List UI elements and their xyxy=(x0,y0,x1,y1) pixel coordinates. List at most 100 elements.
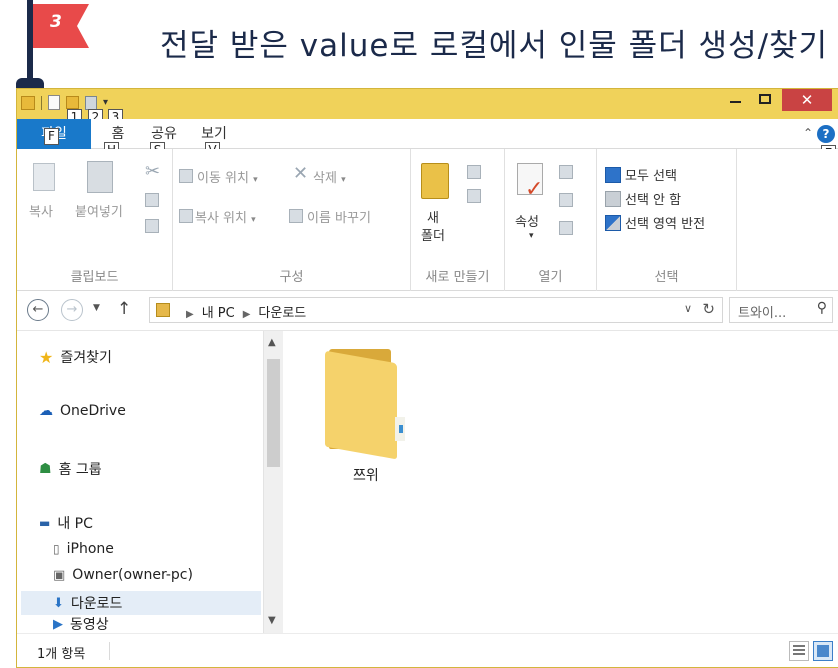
phone-icon: ▯ xyxy=(53,542,60,556)
new-folder-icon[interactable] xyxy=(66,96,79,109)
cut-icon[interactable]: ✂ xyxy=(145,161,160,182)
clipboard-group-label: 클립보드 xyxy=(70,270,119,285)
back-button[interactable]: ← xyxy=(27,299,49,321)
explorer-window: ▾ 1 2 3 ✕ 파일 F 홈 H 공유 S 보기 V ⌃ ? E 복사 붙여… xyxy=(16,88,838,668)
qat-customize-icon[interactable]: ▾ xyxy=(103,97,108,108)
item-count: 1개 항목 xyxy=(37,647,86,662)
nav-item-downloads[interactable]: ⬇ 다운로드 xyxy=(21,591,261,615)
videos-folder-icon: ▶ xyxy=(53,617,63,631)
ribbon-tabs: 파일 F 홈 H 공유 S 보기 V ⌃ ? E xyxy=(17,119,838,162)
downloads-folder-icon: ⬇ xyxy=(53,595,64,611)
new-folder-button-line1[interactable]: 새 xyxy=(427,207,439,226)
refresh-icon[interactable]: ↻ xyxy=(702,300,715,318)
easy-access-icon[interactable] xyxy=(467,189,481,203)
copy-path-icon[interactable] xyxy=(145,193,159,207)
paste-button[interactable]: 붙여넣기 xyxy=(75,201,123,220)
status-bar: 1개 항목 xyxy=(17,633,838,667)
scroll-thumb[interactable] xyxy=(267,359,280,467)
nav-item-iphone[interactable]: ▯ iPhone xyxy=(53,541,114,557)
maximize-button[interactable] xyxy=(751,89,779,111)
new-folder-button-line2[interactable]: 폴더 xyxy=(421,225,445,244)
scroll-down-icon[interactable]: ▼ xyxy=(268,615,276,626)
help-icon[interactable]: ? xyxy=(817,125,835,143)
rename-icon xyxy=(289,209,303,223)
explorer-body: ★ 즐겨찾기 ☁ OneDrive ☗ 홈 그룹 ▬ 내 PC ▯ iPhone ▣ Own… xyxy=(17,331,838,633)
move-to-button[interactable]: 이동 위치 ▾ xyxy=(197,167,258,186)
flag-base xyxy=(16,78,44,88)
open-icon[interactable] xyxy=(559,165,573,179)
search-box[interactable]: 트와이... ⚲ xyxy=(729,297,833,323)
copy-to-icon xyxy=(179,209,193,223)
select-none-button[interactable]: 선택 안 함 xyxy=(625,189,681,208)
nav-item-this-pc[interactable]: ▬ 내 PC xyxy=(39,513,93,533)
invert-selection-icon xyxy=(605,215,621,231)
history-icon[interactable] xyxy=(559,221,573,235)
invert-selection-button[interactable]: 선택 영역 반전 xyxy=(625,213,705,232)
ribbon-collapse-icon[interactable]: ⌃ xyxy=(803,126,813,140)
folder-icon xyxy=(21,95,35,110)
folder-name-label[interactable]: 쯔위 xyxy=(353,465,379,485)
star-icon: ★ xyxy=(39,347,54,367)
new-group-label: 새로 만들기 xyxy=(425,270,490,285)
large-icons-view-button[interactable] xyxy=(813,641,833,661)
breadcrumb: ▶ 내 PC ▶ 다운로드 xyxy=(186,306,307,321)
properties-dropdown-icon[interactable]: ▾ xyxy=(529,231,534,241)
forward-button[interactable]: → xyxy=(61,299,83,321)
recent-locations-icon[interactable]: ▼ xyxy=(93,303,100,313)
organize-group: 이동 위치 ▾ ✕ 삭제 ▾ 복사 위치 ▾ 이름 바꾸기 구성 xyxy=(173,149,411,291)
organize-group-label: 구성 xyxy=(279,270,304,285)
edit-icon[interactable] xyxy=(559,193,573,207)
properties-button[interactable]: 속성 xyxy=(515,211,539,230)
delete-button[interactable]: 삭제 ▾ xyxy=(313,167,346,186)
select-all-button[interactable]: 모두 선택 xyxy=(625,165,677,184)
clipboard-group: 복사 붙여넣기 ✂ 클립보드 xyxy=(17,149,173,291)
address-dropdown-icon[interactable]: ∨ xyxy=(684,302,692,315)
address-bar[interactable]: ▶ 내 PC ▶ 다운로드 ∨ ↻ xyxy=(149,297,723,323)
caption-title: 전달 받은 value로 로컬에서 인물 폴더 생성/찾기 xyxy=(160,28,829,64)
minimize-button[interactable] xyxy=(721,89,749,111)
navigation-pane: ★ 즐겨찾기 ☁ OneDrive ☗ 홈 그룹 ▬ 내 PC ▯ iPhone ▣ Own… xyxy=(17,331,283,633)
new-item-icon[interactable] xyxy=(467,165,481,179)
nav-item-videos[interactable]: ▶ 동영상 xyxy=(53,617,109,631)
ribbon: 복사 붙여넣기 ✂ 클립보드 이동 위치 ▾ ✕ 삭제 ▾ 복사 위치 ▾ 이름… xyxy=(17,149,838,291)
new-group: 새 폴더 새로 만들기 xyxy=(411,149,505,291)
search-icon[interactable]: ⚲ xyxy=(817,300,827,316)
recycle-icon[interactable] xyxy=(85,95,97,110)
nav-item-favorites[interactable]: ★ 즐겨찾기 xyxy=(39,347,112,367)
network-pc-icon: ▣ xyxy=(53,567,66,583)
rename-button[interactable]: 이름 바꾸기 xyxy=(307,207,371,226)
nav-item-homegroup[interactable]: ☗ 홈 그룹 xyxy=(39,459,102,479)
file-list: 쯔위 xyxy=(283,331,838,633)
new-folder-big-icon xyxy=(421,163,449,199)
title-bar: ▾ 1 2 3 ✕ xyxy=(17,89,838,126)
select-group: 모두 선택 선택 안 함 선택 영역 반전 선택 xyxy=(597,149,737,291)
caption-banner: 3 전달 받은 value로 로컬에서 인물 폴더 생성/찾기 xyxy=(0,0,838,88)
copy-to-button[interactable]: 복사 위치 ▾ xyxy=(195,207,256,226)
check-icon: ✓ xyxy=(525,177,544,202)
paste-shortcut-icon[interactable] xyxy=(145,219,159,233)
homegroup-icon: ☗ xyxy=(39,461,52,477)
details-view-button[interactable] xyxy=(789,641,809,661)
folder-icon xyxy=(156,303,170,317)
nav-item-owner-pc[interactable]: ▣ Owner(owner-pc) xyxy=(53,567,193,583)
scroll-up-icon[interactable]: ▲ xyxy=(268,337,276,348)
properties-icon[interactable] xyxy=(48,95,60,110)
paste-icon xyxy=(87,161,113,193)
folder-item[interactable] xyxy=(323,343,419,460)
open-group-label: 열기 xyxy=(538,270,563,285)
computer-icon: ▬ xyxy=(39,516,51,530)
breadcrumb-downloads[interactable]: 다운로드 xyxy=(258,306,306,321)
close-button[interactable]: ✕ xyxy=(782,89,832,111)
up-button[interactable]: ↑ xyxy=(117,299,131,319)
select-group-label: 선택 xyxy=(654,270,679,285)
nav-item-onedrive[interactable]: ☁ OneDrive xyxy=(39,403,126,419)
copy-button[interactable]: 복사 xyxy=(29,201,53,220)
open-group: ✓ 속성 ▾ 열기 xyxy=(505,149,597,291)
move-to-icon xyxy=(179,169,193,183)
nav-scrollbar[interactable]: ▲ ▼ xyxy=(263,331,283,633)
search-placeholder: 트와이... xyxy=(738,306,787,321)
quick-access-toolbar: ▾ xyxy=(21,95,108,110)
qat-separator xyxy=(41,95,42,110)
step-number: 3 xyxy=(50,12,62,32)
breadcrumb-this-pc[interactable]: 내 PC xyxy=(202,306,235,321)
